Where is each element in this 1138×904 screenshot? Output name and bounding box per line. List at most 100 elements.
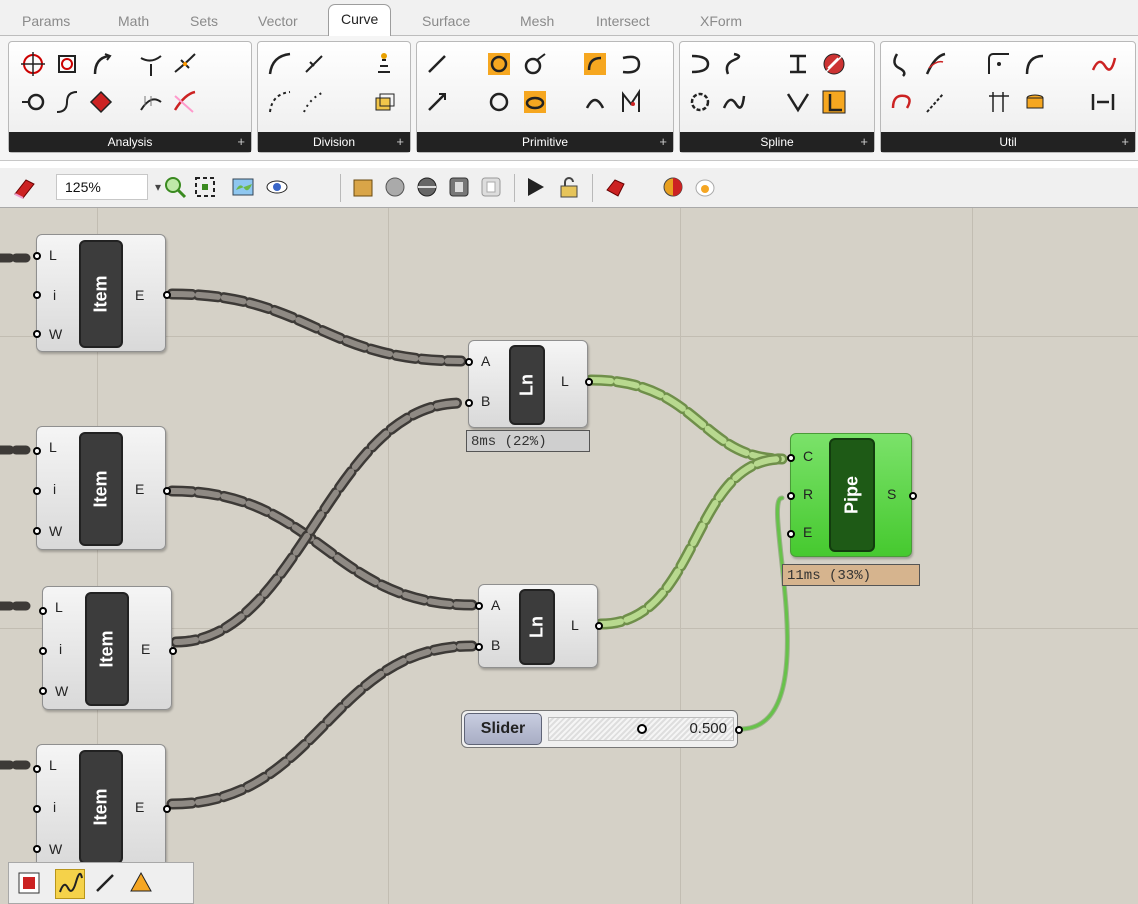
blend-icon[interactable] (921, 88, 949, 116)
item-node[interactable]: Item L i W E (33, 426, 171, 550)
branch-icon[interactable] (137, 50, 165, 78)
red-diamond-icon[interactable] (87, 88, 115, 116)
tab-params[interactable]: Params (16, 8, 76, 34)
input-port[interactable] (465, 399, 473, 407)
wire-ln1-to-pipe-c[interactable] (585, 374, 788, 465)
wire-item3-to-ln1-b[interactable] (170, 397, 467, 648)
contour-ex-icon[interactable] (370, 88, 398, 116)
tab-xform[interactable]: XForm (694, 8, 748, 34)
disabled-icon[interactable] (478, 174, 504, 200)
arc-3pt-icon[interactable] (581, 88, 609, 116)
item-node[interactable]: Item L i W E (33, 744, 171, 868)
lock-icon[interactable] (556, 174, 582, 200)
circle-icon[interactable] (485, 88, 513, 116)
gem-icon[interactable] (602, 174, 628, 200)
line-node[interactable]: Ln A B L (465, 340, 593, 428)
explode-icon[interactable] (1021, 88, 1049, 116)
rectangle-icon[interactable] (820, 88, 848, 116)
output-port[interactable] (163, 487, 171, 495)
arc-sed-icon[interactable] (617, 50, 645, 78)
nurbs-curve-icon[interactable] (686, 50, 714, 78)
output-port[interactable] (169, 647, 177, 655)
kinky-curve-icon[interactable] (720, 88, 748, 116)
curvature-icon[interactable] (137, 88, 165, 116)
chevron-down-icon[interactable]: ▾ (155, 175, 161, 199)
cone-icon[interactable] (127, 869, 155, 897)
divide-curve-icon[interactable] (266, 50, 294, 78)
input-port[interactable] (787, 454, 795, 462)
extend-icon[interactable] (1021, 50, 1049, 78)
box-corners-icon[interactable] (53, 50, 81, 78)
join-icon[interactable] (1089, 88, 1117, 116)
input-port[interactable] (33, 845, 41, 853)
zoom-level-select[interactable]: 125% ▾ (56, 174, 161, 200)
expand-util-icon[interactable]: + (1121, 132, 1129, 152)
slider-handle[interactable] (637, 724, 647, 734)
output-port[interactable] (595, 622, 603, 630)
input-port[interactable] (475, 602, 483, 610)
zoom-extents-icon[interactable] (192, 174, 218, 200)
tab-curve[interactable]: Curve (328, 4, 392, 37)
line-node[interactable]: Ln A B L (475, 584, 603, 668)
input-port[interactable] (39, 687, 47, 695)
contour-icon[interactable] (370, 50, 398, 78)
divide-length-icon[interactable] (300, 50, 328, 78)
play-icon[interactable] (522, 174, 548, 200)
tab-mesh[interactable]: Mesh (514, 8, 560, 34)
tab-vector[interactable]: Vector (252, 8, 304, 34)
zoom-icon[interactable] (162, 174, 188, 200)
input-port[interactable] (33, 447, 41, 455)
input-port[interactable] (33, 805, 41, 813)
egg-icon[interactable] (692, 174, 718, 200)
s-curve-icon[interactable] (53, 88, 81, 116)
circle-cnr-icon[interactable] (485, 50, 513, 78)
output-port[interactable] (909, 492, 917, 500)
output-port[interactable] (163, 291, 171, 299)
wire-slider-to-pipe-r[interactable] (737, 495, 790, 732)
map-icon[interactable] (230, 174, 256, 200)
node-canvas[interactable]: Item L i W E Item L i W E Item L i W E I… (0, 208, 1138, 904)
expand-primitive-icon[interactable]: + (659, 132, 667, 152)
curve-closed-icon[interactable] (887, 50, 915, 78)
pipe-node[interactable]: Pipe C R E S (787, 433, 917, 557)
line-icon[interactable] (91, 869, 119, 897)
contrast-icon[interactable] (660, 174, 686, 200)
eye-icon[interactable] (264, 174, 290, 200)
line-icon[interactable] (423, 50, 451, 78)
divide-distance-icon[interactable] (266, 88, 294, 116)
polygon-icon[interactable] (617, 88, 645, 116)
output-port[interactable] (585, 378, 593, 386)
shatter-icon[interactable] (300, 88, 328, 116)
sketch-icon[interactable] (55, 869, 85, 899)
polyline-icon[interactable] (784, 88, 812, 116)
input-port[interactable] (33, 527, 41, 535)
input-port[interactable] (39, 647, 47, 655)
input-port[interactable] (465, 358, 473, 366)
input-port[interactable] (33, 291, 41, 299)
knot-vector-icon[interactable] (820, 50, 848, 78)
seam-icon[interactable] (1089, 50, 1117, 78)
offset-curve-icon[interactable] (887, 88, 915, 116)
tab-surface[interactable]: Surface (416, 8, 476, 34)
arc-icon[interactable] (581, 50, 609, 78)
interpolate-icon[interactable] (720, 50, 748, 78)
line-sdl-icon[interactable] (423, 88, 451, 116)
sphere-preview-icon[interactable] (382, 174, 408, 200)
ellipse-icon[interactable] (521, 88, 549, 116)
input-port[interactable] (475, 643, 483, 651)
number-slider[interactable]: Slider 0.500 (461, 710, 743, 748)
expand-division-icon[interactable]: + (396, 132, 404, 152)
output-port[interactable] (735, 726, 743, 734)
wire-ln2-to-pipe-c[interactable] (595, 453, 788, 630)
expand-spline-icon[interactable]: + (860, 132, 868, 152)
wire-item4-to-ln2-b[interactable] (166, 640, 478, 810)
circle-target-icon[interactable] (19, 50, 47, 78)
branch-points-icon[interactable] (171, 50, 199, 78)
offset-icon[interactable] (985, 50, 1013, 78)
output-port[interactable] (163, 805, 171, 813)
wire-item1-to-ln1-a[interactable] (166, 288, 467, 367)
input-port[interactable] (33, 252, 41, 260)
wire-icon[interactable] (446, 174, 472, 200)
tab-sets[interactable]: Sets (184, 8, 224, 34)
tab-math[interactable]: Math (112, 8, 155, 34)
